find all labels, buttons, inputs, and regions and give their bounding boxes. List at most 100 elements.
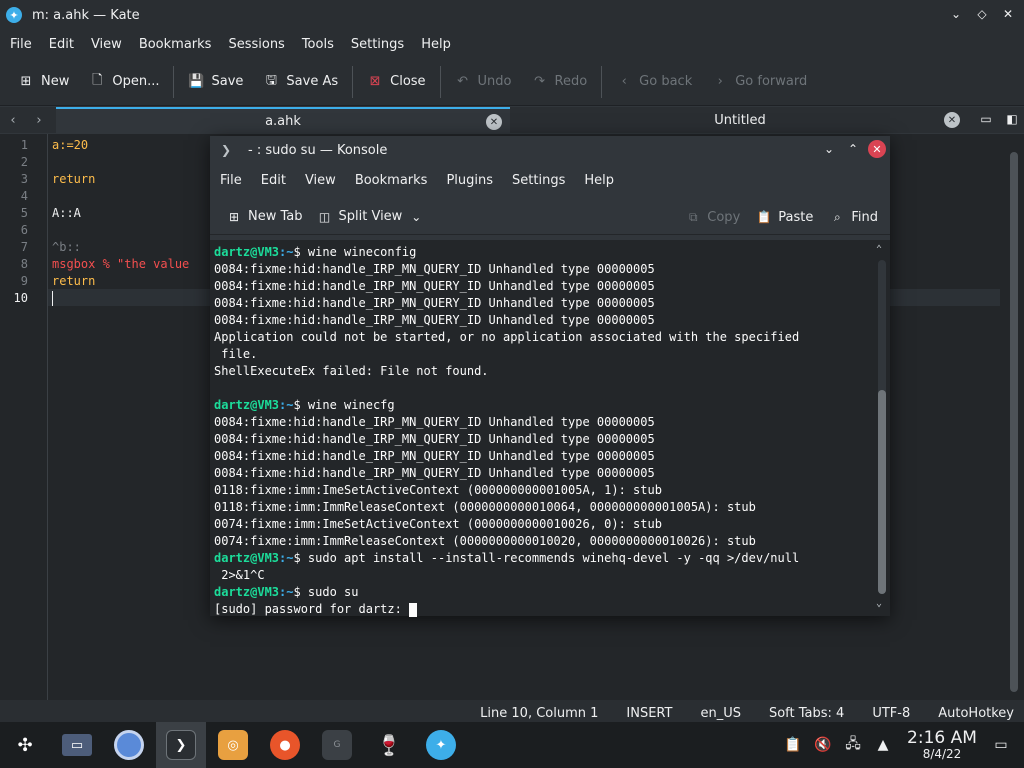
- task-file-manager[interactable]: ▭: [52, 722, 102, 768]
- menu-sessions[interactable]: Sessions: [228, 37, 293, 52]
- cursor-position[interactable]: Line 10, Column 1: [480, 706, 598, 721]
- line-number: 2: [20, 155, 28, 169]
- scroll-up-icon[interactable]: ⌃: [876, 244, 882, 255]
- close-icon[interactable]: ✕: [1000, 6, 1016, 22]
- toolbar-separator: [601, 65, 603, 98]
- paste-button[interactable]: 📋 Paste: [756, 209, 814, 225]
- konsole-titlebar[interactable]: ❯ - : sudo su — Konsole ⌄ ⌃ ✕: [210, 136, 890, 164]
- close-document-button[interactable]: ⊠ Close: [357, 65, 435, 99]
- maximize-icon[interactable]: ◇: [974, 6, 990, 22]
- close-icon[interactable]: ✕: [868, 140, 886, 158]
- google-icon: G: [322, 730, 352, 760]
- menu-help[interactable]: Help: [584, 173, 614, 188]
- tab-next-icon[interactable]: ›: [26, 113, 52, 128]
- output-text: 0084:fixme:hid:handle_IRP_MN_QUERY_ID Un…: [214, 466, 655, 480]
- terminal-output-line: 0084:fixme:hid:handle_IRP_MN_QUERY_ID Un…: [214, 465, 655, 482]
- menu-tools[interactable]: Tools: [302, 37, 343, 52]
- menu-view[interactable]: View: [305, 173, 336, 188]
- task-kate[interactable]: ✦: [416, 722, 466, 768]
- menu-file[interactable]: File: [10, 37, 41, 52]
- tab-close-icon[interactable]: ✕: [944, 112, 960, 128]
- menu-settings[interactable]: Settings: [351, 37, 413, 52]
- konsole-window: ❯ - : sudo su — Konsole ⌄ ⌃ ✕ File Edit …: [210, 136, 890, 617]
- folder-icon: ▭: [62, 734, 92, 756]
- task-wine[interactable]: 🍷: [364, 722, 414, 768]
- terminal-output[interactable]: ⌃ ⌄ dartz@VM3:~$ wine wineconfig 0084:fix…: [210, 240, 890, 617]
- task-chromium[interactable]: [104, 722, 154, 768]
- command-text: $ wine winecfg: [293, 398, 395, 412]
- terminal-scrollbar[interactable]: ⌃ ⌄: [876, 244, 886, 610]
- split-view-icon[interactable]: ◧: [1004, 111, 1020, 127]
- tab-close-icon[interactable]: ✕: [486, 114, 502, 130]
- menu-file[interactable]: File: [220, 173, 242, 188]
- kate-app-icon[interactable]: ✦: [6, 7, 22, 23]
- kate-titlebar[interactable]: ✦ m: a.ahk — Kate ⌄ ◇ ✕: [0, 0, 1024, 30]
- copy-button[interactable]: ⧉ Copy: [685, 209, 740, 225]
- save-as-button[interactable]: 🖫 Save As: [253, 65, 348, 99]
- code-line: a:=20: [52, 138, 89, 152]
- open-button[interactable]: 🗋 Open...: [79, 65, 169, 99]
- indentation-setting[interactable]: Soft Tabs: 4: [769, 706, 844, 721]
- menu-plugins[interactable]: Plugins: [446, 173, 493, 188]
- redo-button[interactable]: ↷ Redo: [522, 65, 598, 99]
- task-marble[interactable]: ◎: [208, 722, 258, 768]
- encoding[interactable]: UTF-8: [872, 706, 910, 721]
- terminal-output-line: file.: [214, 346, 257, 363]
- menu-bookmarks[interactable]: Bookmarks: [139, 37, 221, 52]
- go-back-button[interactable]: ‹ Go back: [606, 65, 702, 99]
- task-konsole[interactable]: ❯: [156, 722, 206, 768]
- tab-a-ahk[interactable]: a.ahk ✕: [56, 107, 510, 133]
- menu-settings[interactable]: Settings: [512, 173, 565, 188]
- go-forward-button[interactable]: › Go forward: [702, 65, 817, 99]
- prompt-path: :~: [279, 551, 294, 565]
- task-firefox[interactable]: ●: [260, 722, 310, 768]
- output-text: 0084:fixme:hid:handle_IRP_MN_QUERY_ID Un…: [214, 449, 655, 463]
- copy-icon: ⧉: [688, 209, 698, 224]
- split-view-button[interactable]: ◫ Split View ⌄: [317, 209, 425, 225]
- menu-bookmarks[interactable]: Bookmarks: [355, 173, 428, 188]
- save-button[interactable]: 💾 Save: [178, 65, 253, 99]
- syntax-mode[interactable]: AutoHotkey: [938, 706, 1014, 721]
- editor-scrollbar[interactable]: [1010, 152, 1018, 692]
- maximize-icon[interactable]: ⌃: [844, 140, 862, 158]
- wine-glass-icon: 🍷: [376, 733, 402, 757]
- scroll-down-icon[interactable]: ⌄: [876, 598, 882, 609]
- prompt-user: dartz@VM3: [214, 585, 280, 599]
- prompt-path: :~: [279, 398, 294, 412]
- terminal-output-line: 0084:fixme:hid:handle_IRP_MN_QUERY_ID Un…: [214, 414, 655, 431]
- new-tab-button[interactable]: ⊞ New Tab: [226, 209, 303, 225]
- dictionary-locale[interactable]: en_US: [700, 706, 741, 721]
- task-google-chrome[interactable]: G: [312, 722, 362, 768]
- menu-view[interactable]: View: [91, 37, 131, 52]
- show-desktop-icon[interactable]: ▭: [990, 734, 1012, 756]
- minimize-icon[interactable]: ⌄: [820, 140, 838, 158]
- output-text: 0074:fixme:imm:ImmReleaseContext (000000…: [214, 534, 756, 548]
- tray-expand-icon[interactable]: ▲: [872, 734, 894, 756]
- undo-button[interactable]: ↶ Undo: [445, 65, 522, 99]
- network-icon[interactable]: 🖧: [842, 734, 864, 756]
- app-launcher-icon: ✣: [17, 734, 33, 756]
- command-text: $ sudo su: [293, 585, 359, 599]
- new-button[interactable]: ⊞ New: [8, 65, 79, 99]
- menu-edit[interactable]: Edit: [49, 37, 83, 52]
- text-cursor: [52, 291, 53, 306]
- tab-untitled[interactable]: Untitled ✕: [512, 107, 968, 133]
- terminal-output-line: Application could not be started, or no …: [214, 329, 799, 346]
- app-launcher-button[interactable]: ✣: [0, 722, 50, 768]
- terminal-command-line: dartz@VM3:~$ sudo apt install --install-…: [214, 550, 799, 567]
- menu-edit[interactable]: Edit: [261, 173, 286, 188]
- clock[interactable]: 2:16 AM 8/4/22: [898, 729, 986, 761]
- terminal-icon[interactable]: ❯: [218, 142, 234, 158]
- tab-prev-icon[interactable]: ‹: [0, 113, 26, 128]
- clipboard-icon[interactable]: 📋: [782, 734, 804, 756]
- kate-toolbar: ⊞ New 🗋 Open... 💾 Save 🖫 Save As ⊠ Close…: [0, 58, 1024, 106]
- new-tab-icon[interactable]: ▭: [978, 111, 994, 127]
- open-document-icon: 🗋: [92, 72, 103, 88]
- input-mode[interactable]: INSERT: [626, 706, 672, 721]
- menu-help[interactable]: Help: [421, 37, 460, 52]
- scrollbar-thumb[interactable]: [878, 390, 886, 594]
- volume-muted-icon[interactable]: 🔇: [812, 734, 834, 756]
- line-number: 9: [20, 274, 28, 288]
- find-button[interactable]: ⌕ Find: [829, 209, 878, 225]
- minimize-icon[interactable]: ⌄: [948, 6, 964, 22]
